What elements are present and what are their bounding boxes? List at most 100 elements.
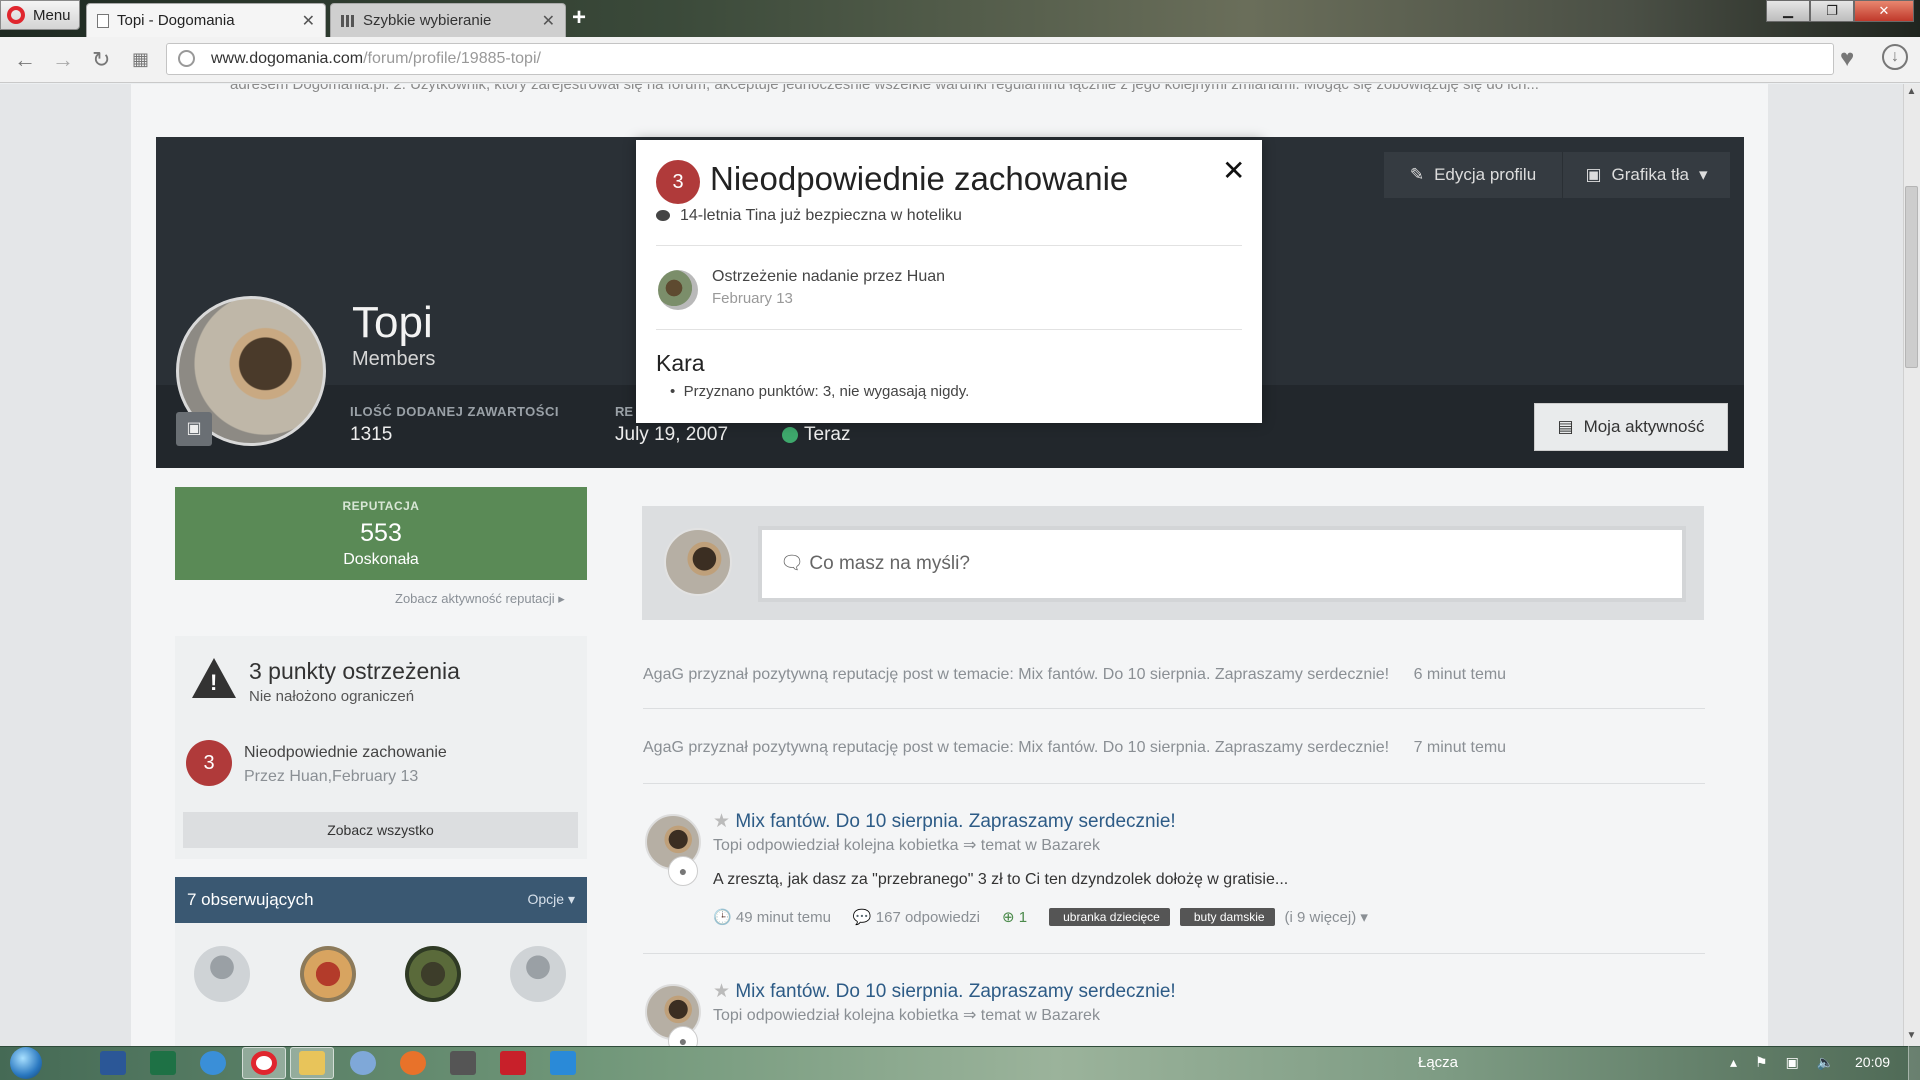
flag-icon[interactable]: ⚑ — [1755, 1054, 1768, 1071]
tag[interactable]: buty damskie — [1179, 908, 1275, 926]
joined-date: July 19, 2007 — [615, 424, 729, 445]
moderator-avatar[interactable] — [658, 270, 698, 310]
followers-options-button[interactable]: Opcje ▾ — [528, 891, 576, 908]
followers-title: 7 obserwujących — [187, 890, 314, 909]
minimize-button[interactable]: ▁ — [1766, 0, 1810, 22]
folder-icon[interactable] — [299, 1051, 325, 1075]
more-tags[interactable]: (i 9 więcej) ▾ — [1285, 908, 1368, 926]
warning-item-title[interactable]: Nieodpowiednie zachowanie — [244, 744, 447, 762]
post-meta: Topi odpowiedział kolejna kobietka ⇒ tem… — [713, 837, 1100, 854]
content-count: 1315 — [350, 424, 393, 445]
opera-icon[interactable] — [251, 1051, 277, 1075]
menu-label: Menu — [33, 6, 71, 24]
follower-avatar[interactable] — [510, 946, 566, 1002]
modal-topic-link[interactable]: 14-letnia Tina już bezpieczna w hoteliku — [680, 207, 962, 225]
warning-details-modal: 3 Nieodpowiednie zachowanie ✕ 14-letnia … — [636, 140, 1262, 423]
modal-penalty-detail: • Przyznano punktów: 3, nie wygasają nig… — [670, 383, 970, 400]
divider — [643, 708, 1705, 709]
page-icon — [97, 13, 109, 28]
status-input[interactable]: 🗨 Co masz na myśli? — [758, 526, 1686, 602]
comment-icon: ● — [668, 856, 698, 886]
rules-text-fragment: adresem Dogomania.pl. 2. Użytkownik, któ… — [230, 84, 1539, 93]
caret-down-icon: ▾ — [1699, 165, 1708, 184]
joined-label: RE — [615, 404, 634, 419]
clock[interactable]: 20:09 — [1855, 1054, 1890, 1070]
star-icon[interactable]: ★ — [713, 981, 730, 1002]
scrollbar-thumb[interactable] — [1905, 186, 1918, 368]
network-icon[interactable]: ▣ — [1786, 1054, 1799, 1071]
edit-profile-button[interactable]: ✎ Edycja profilu — [1384, 152, 1562, 198]
reputation-activity-link[interactable]: Zobacz aktywność reputacji ▸ — [395, 591, 565, 607]
reputation-value: 553 — [360, 519, 402, 547]
tray-arrow-icon[interactable]: ▴ — [1730, 1054, 1737, 1071]
maximize-button[interactable]: ❐ — [1810, 0, 1854, 22]
tab-speed-dial[interactable]: Szybkie wybieranie ✕ — [330, 3, 566, 37]
scroll-up-icon[interactable]: ▲ — [1903, 86, 1920, 100]
bookmark-heart-icon[interactable]: ♥ — [1840, 45, 1854, 73]
warning-icon-mark: ! — [210, 670, 218, 695]
activity-item[interactable]: AgaG przyznał pozytywną reputację post w… — [643, 666, 1506, 684]
reputation-box: REPUTACJA 553 Doskonała — [175, 487, 587, 580]
teamviewer-icon[interactable] — [550, 1051, 576, 1075]
address-bar-row: ← → ↻ ▦ www.dogomania.com/forum/profile/… — [0, 37, 1920, 83]
ie-icon[interactable] — [200, 1051, 226, 1075]
show-desktop-button[interactable] — [1908, 1046, 1920, 1080]
close-tab-icon[interactable]: ✕ — [542, 11, 555, 31]
status-avatar — [664, 528, 732, 596]
modal-issued-by: Ostrzeżenie nadanie przez Huan — [712, 268, 946, 285]
close-tab-icon[interactable]: ✕ — [302, 11, 315, 31]
pencil-icon: ✎ — [1409, 165, 1425, 184]
post-time: 🕒 49 minut temu — [713, 909, 831, 926]
volume-icon[interactable]: 🔈 — [1817, 1054, 1834, 1071]
activity-item[interactable]: AgaG przyznał pozytywną reputację post w… — [643, 739, 1506, 757]
comment-icon: 🗨 — [780, 553, 805, 574]
comment-icon — [656, 210, 670, 221]
star-icon[interactable]: ★ — [713, 811, 730, 832]
follower-avatar[interactable] — [300, 946, 356, 1002]
back-icon[interactable]: ← — [14, 47, 36, 73]
reload-icon[interactable]: ↻ — [92, 47, 110, 73]
window-close-button[interactable]: ✕ — [1854, 0, 1914, 22]
online-status-icon — [782, 427, 798, 443]
see-all-warnings-button[interactable]: Zobacz wszystko — [183, 812, 578, 848]
newspaper-icon: ▤ — [1557, 417, 1574, 436]
warning-restrictions: Nie nałożono ograniczeń — [249, 688, 415, 705]
image-icon[interactable]: ▣ — [176, 412, 212, 446]
word-icon[interactable] — [100, 1051, 126, 1075]
app-icon[interactable] — [350, 1051, 376, 1075]
firefox-icon[interactable] — [400, 1051, 426, 1075]
post-meta: Topi odpowiedział kolejna kobietka ⇒ tem… — [713, 1007, 1100, 1024]
opera-logo-icon — [7, 6, 25, 24]
start-button[interactable] — [10, 1046, 50, 1080]
post-title[interactable]: ★ Mix fantów. Do 10 sierpnia. Zapraszamy… — [713, 810, 1176, 833]
excel-icon[interactable] — [150, 1051, 176, 1075]
url-input[interactable]: www.dogomania.com/forum/profile/19885-to… — [166, 43, 1834, 75]
modal-penalty-title: Kara — [656, 350, 705, 376]
my-activity-button[interactable]: ▤ Moja aktywność — [1534, 403, 1728, 451]
follower-avatar[interactable] — [194, 946, 250, 1002]
site-info-icon[interactable] — [178, 50, 195, 67]
speed-dial-icon[interactable]: ▦ — [132, 49, 149, 70]
post-reputation: ⊕ 1 — [1002, 909, 1028, 926]
tag[interactable]: ubranka dziecięce — [1049, 908, 1170, 926]
opera-menu-button[interactable]: Menu — [0, 0, 80, 30]
divider — [656, 245, 1242, 246]
download-icon[interactable]: ↓ — [1882, 44, 1908, 70]
cover-photo-button[interactable]: ▣ Grafika tła ▾ — [1562, 152, 1730, 198]
window-controls: ▁ ❐ ✕ — [1766, 0, 1914, 22]
profile-group: Members — [352, 348, 436, 370]
acrobat-icon[interactable] — [500, 1051, 526, 1075]
divider — [643, 953, 1705, 954]
taskbar-links-toolbar[interactable]: Łącza — [1418, 1054, 1458, 1071]
scroll-down-icon[interactable]: ▼ — [1903, 1030, 1920, 1044]
grid-icon — [341, 14, 355, 27]
new-tab-button[interactable]: + — [572, 4, 586, 32]
close-icon[interactable]: ✕ — [1222, 154, 1245, 187]
forward-icon[interactable]: → — [52, 47, 74, 73]
post-title[interactable]: ★ Mix fantów. Do 10 sierpnia. Zapraszamy… — [713, 980, 1176, 1003]
content-count-label: ILOŚĆ DODANEJ ZAWARTOŚCI — [350, 404, 559, 419]
app-icon[interactable] — [450, 1051, 476, 1075]
tab-topi-dogomania[interactable]: Topi - Dogomania ✕ — [86, 3, 326, 37]
last-active: Teraz — [804, 424, 851, 445]
follower-avatar[interactable] — [405, 946, 461, 1002]
